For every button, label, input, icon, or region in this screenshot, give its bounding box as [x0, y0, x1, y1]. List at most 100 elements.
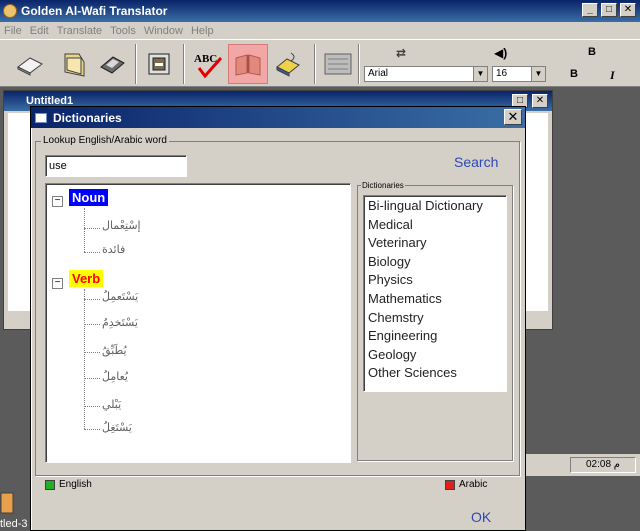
- dialog-window-icon: [35, 112, 47, 123]
- collapse-toggle-noun[interactable]: −: [52, 196, 63, 207]
- menu-translate[interactable]: Translate: [57, 25, 102, 37]
- bold-arabic-button[interactable]: B: [588, 46, 596, 58]
- dialog-close-button[interactable]: ✕: [504, 109, 522, 125]
- dictionaries-list[interactable]: Bi-lingual Dictionary Medical Veterinary…: [363, 195, 507, 392]
- arabic-flag-icon: [445, 479, 455, 490]
- tree-connector: [84, 252, 100, 253]
- menu-window[interactable]: Window: [144, 25, 183, 37]
- tree-leaf[interactable]: يَسْتَغِلُ: [102, 421, 132, 434]
- dictionary-item[interactable]: Bi-lingual Dictionary: [368, 198, 506, 217]
- collapse-toggle-verb[interactable]: −: [52, 278, 63, 289]
- tree-connector: [84, 208, 85, 252]
- font-size-select[interactable]: 16 ▼: [492, 66, 546, 82]
- maximize-button[interactable]: □: [601, 3, 617, 17]
- app-logo-icon: [3, 4, 17, 18]
- english-language-option[interactable]: English: [45, 479, 92, 490]
- folder-icon: [64, 53, 85, 77]
- tree-leaf[interactable]: يُطَبِّقُ: [102, 344, 127, 357]
- dictionary-item[interactable]: Engineering: [368, 328, 506, 347]
- chevron-down-icon[interactable]: ▼: [473, 67, 487, 81]
- menu-edit[interactable]: Edit: [30, 25, 49, 37]
- tree-leaf[interactable]: فائدة: [102, 243, 125, 256]
- dictionary-item[interactable]: Medical: [368, 217, 506, 236]
- menu-file[interactable]: File: [4, 25, 22, 37]
- statusbar: م 02:08: [526, 454, 640, 476]
- dictionary-item[interactable]: Geology: [368, 347, 506, 366]
- tree-connector: [84, 228, 100, 229]
- spell-check-button[interactable]: ABC: [188, 44, 228, 84]
- dialog-titlebar: Dictionaries: [31, 107, 525, 128]
- italic-button[interactable]: I: [610, 68, 615, 83]
- close-button[interactable]: ✕: [620, 3, 636, 17]
- tree-leaf[interactable]: إسْتِعْمال: [102, 219, 141, 232]
- ok-button[interactable]: OK: [471, 509, 491, 525]
- toolbar-separator: [358, 44, 360, 84]
- speech-button[interactable]: [268, 44, 308, 84]
- tree-leaf[interactable]: يُعامِلُ: [102, 370, 128, 383]
- translate-button[interactable]: [139, 44, 179, 84]
- dictionary-item[interactable]: Physics: [368, 272, 506, 291]
- font-name-select[interactable]: Arial ▼: [364, 66, 488, 82]
- lookup-legend: Lookup English/Arabic word: [41, 135, 169, 146]
- tree-connector: [84, 429, 100, 430]
- tree-connector: [84, 378, 100, 379]
- taskbar-item-label: tled-3: [0, 518, 28, 530]
- dictionary-item[interactable]: Chemstry: [368, 310, 506, 329]
- dictionary-item[interactable]: Veterinary: [368, 235, 506, 254]
- english-flag-icon: [45, 479, 55, 490]
- keyboard-button[interactable]: [318, 44, 358, 84]
- chevron-down-icon[interactable]: ▼: [531, 67, 545, 81]
- tree-leaf[interactable]: يَسْتَخدِمُ: [102, 316, 138, 329]
- toolbar-separator: [135, 44, 137, 84]
- english-label: English: [59, 479, 92, 490]
- keyboard-icon: [324, 53, 352, 75]
- app-titlebar: Golden Al-Wafi Translator _ □ ✕: [0, 0, 640, 22]
- save-file-button[interactable]: [92, 44, 132, 84]
- tree-connector: [84, 406, 100, 407]
- minimize-button[interactable]: _: [582, 3, 598, 17]
- dictionaries-dialog: Dictionaries ✕ Lookup English/Arabic wor…: [30, 106, 526, 531]
- font-name-value: Arial: [368, 68, 389, 79]
- dictionary-item[interactable]: Biology: [368, 254, 506, 273]
- dialog-title: Dictionaries: [53, 110, 122, 125]
- tree-connector: [84, 324, 100, 325]
- results-tree[interactable]: − Noun إسْتِعْمال فائدة − Verb يَسْتَعمِ…: [45, 183, 351, 463]
- toolbar: ABC ⇄ ◀) B Arial ▼ 16 ▼ B I: [0, 39, 640, 87]
- tree-leaf[interactable]: يَسْتَعمِلُ: [102, 290, 138, 303]
- document-icon: [0, 492, 14, 514]
- menu-help[interactable]: Help: [191, 25, 214, 37]
- toolbar-separator: [314, 44, 316, 84]
- search-button[interactable]: Search: [454, 154, 498, 170]
- tree-node-noun[interactable]: Noun: [69, 189, 109, 206]
- taskbar-item[interactable]: tled-3: [0, 488, 30, 531]
- bold-button[interactable]: B: [570, 68, 578, 80]
- dictionary-book-icon: [235, 54, 261, 76]
- new-file-icon: [17, 57, 43, 76]
- menu-tools[interactable]: Tools: [110, 25, 136, 37]
- save-disk-icon: [100, 56, 125, 74]
- tree-connector: [84, 289, 85, 429]
- status-time: م 02:08: [570, 457, 636, 473]
- tree-leaf[interactable]: يَبْلي: [102, 398, 121, 411]
- tree-connector: [84, 299, 100, 300]
- toolbar-separator: [183, 44, 185, 84]
- dictionaries-legend: Dictionaries: [361, 181, 405, 190]
- arabic-language-option[interactable]: Arabic: [445, 479, 487, 490]
- font-size-value: 16: [496, 68, 508, 79]
- search-input[interactable]: [45, 155, 187, 177]
- speech-icon: [276, 52, 300, 77]
- dictionary-button[interactable]: [228, 44, 268, 84]
- text-direction-icon[interactable]: ⇄: [396, 46, 406, 60]
- dictionary-item[interactable]: Other Sciences: [368, 365, 506, 384]
- document-close-button[interactable]: ✕: [532, 94, 548, 108]
- menubar: File Edit Translate Tools Window Help: [0, 22, 640, 39]
- speaker-icon[interactable]: ◀): [494, 46, 507, 60]
- dictionary-item[interactable]: Mathematics: [368, 291, 506, 310]
- arabic-label: Arabic: [459, 479, 488, 490]
- translate-icon: [148, 53, 170, 75]
- tree-node-verb[interactable]: Verb: [69, 270, 104, 287]
- new-file-button[interactable]: [10, 44, 50, 84]
- tree-connector: [84, 352, 100, 353]
- spell-check-icon: ABC: [194, 53, 223, 79]
- open-file-button[interactable]: [54, 44, 94, 84]
